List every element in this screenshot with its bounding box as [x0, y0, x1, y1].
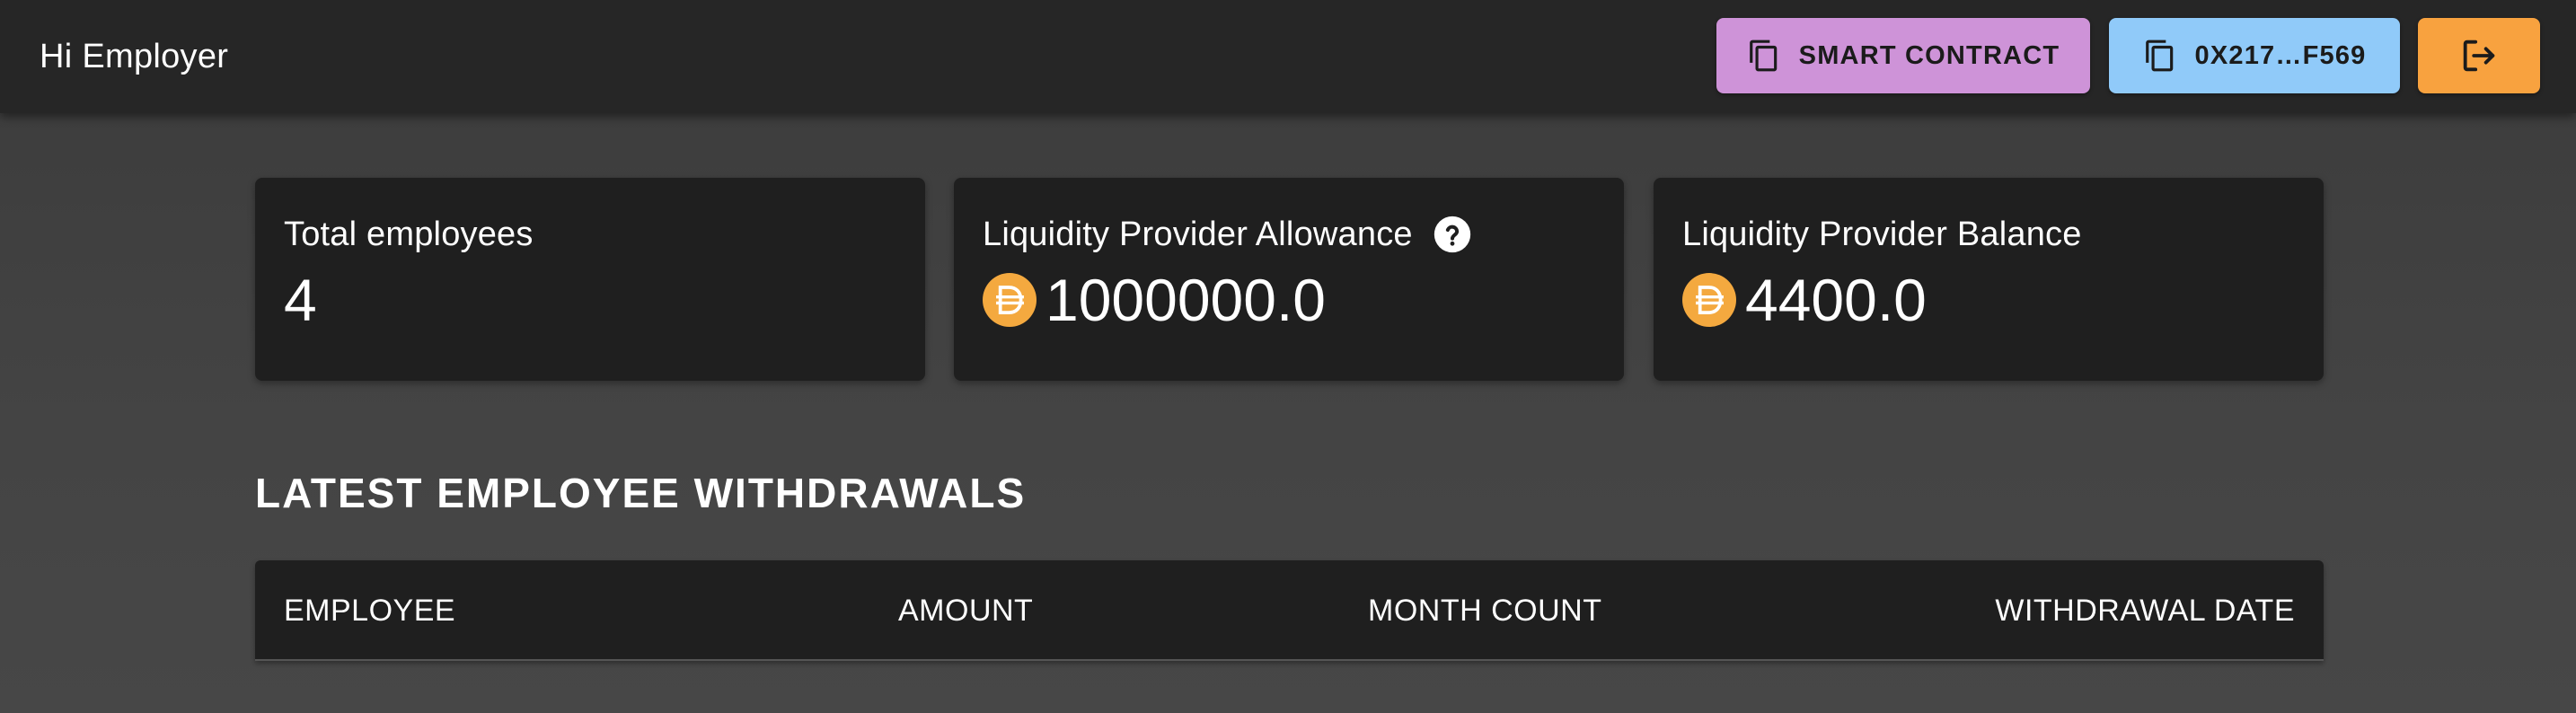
- card-label: Total employees: [284, 216, 534, 253]
- column-header-withdrawal-date[interactable]: WITHDRAWAL DATE: [1995, 560, 2295, 661]
- logout-button[interactable]: [2418, 18, 2540, 93]
- logout-icon: [2458, 35, 2500, 76]
- dai-coin-icon: [1682, 273, 1736, 327]
- column-header-amount[interactable]: AMOUNT: [898, 560, 1033, 661]
- help-icon[interactable]: [1433, 215, 1472, 254]
- smart-contract-button[interactable]: SMART CONTRACT: [1716, 18, 2090, 93]
- card-value: 4: [284, 264, 896, 336]
- allowance-value: 1000000.0: [1045, 267, 1326, 333]
- dai-coin-icon: [983, 273, 1037, 327]
- card-value: 1000000.0: [983, 264, 1595, 336]
- smart-contract-label: SMART CONTRACT: [1798, 40, 2060, 70]
- card-label: Liquidity Provider Allowance: [983, 216, 1413, 253]
- card-value: 4400.0: [1682, 264, 2295, 336]
- wallet-address-button[interactable]: 0X217…F569: [2109, 18, 2400, 93]
- copy-icon: [2143, 37, 2177, 75]
- card-label: Liquidity Provider Balance: [1682, 216, 2082, 253]
- column-header-employee[interactable]: EMPLOYEE: [284, 560, 455, 661]
- column-header-month-count[interactable]: MONTH COUNT: [1368, 560, 1601, 661]
- total-employees-card: Total employees 4: [255, 178, 925, 381]
- withdrawals-section-title: LATEST EMPLOYEE WITHDRAWALS: [255, 470, 1027, 516]
- balance-card: Liquidity Provider Balance 4400.0: [1654, 178, 2324, 381]
- balance-value: 4400.0: [1745, 267, 1927, 333]
- allowance-card: Liquidity Provider Allowance 1000000.0: [954, 178, 1624, 381]
- total-employees-value: 4: [284, 267, 317, 333]
- withdrawals-table: EMPLOYEE AMOUNT MONTH COUNT WITHDRAWAL D…: [255, 560, 2324, 661]
- greeting-title: Hi Employer: [40, 38, 229, 75]
- app-bar: Hi Employer SMART CONTRACT 0X217…F569: [0, 0, 2576, 113]
- wallet-address-label: 0X217…F569: [2194, 40, 2367, 70]
- copy-icon: [1747, 37, 1781, 75]
